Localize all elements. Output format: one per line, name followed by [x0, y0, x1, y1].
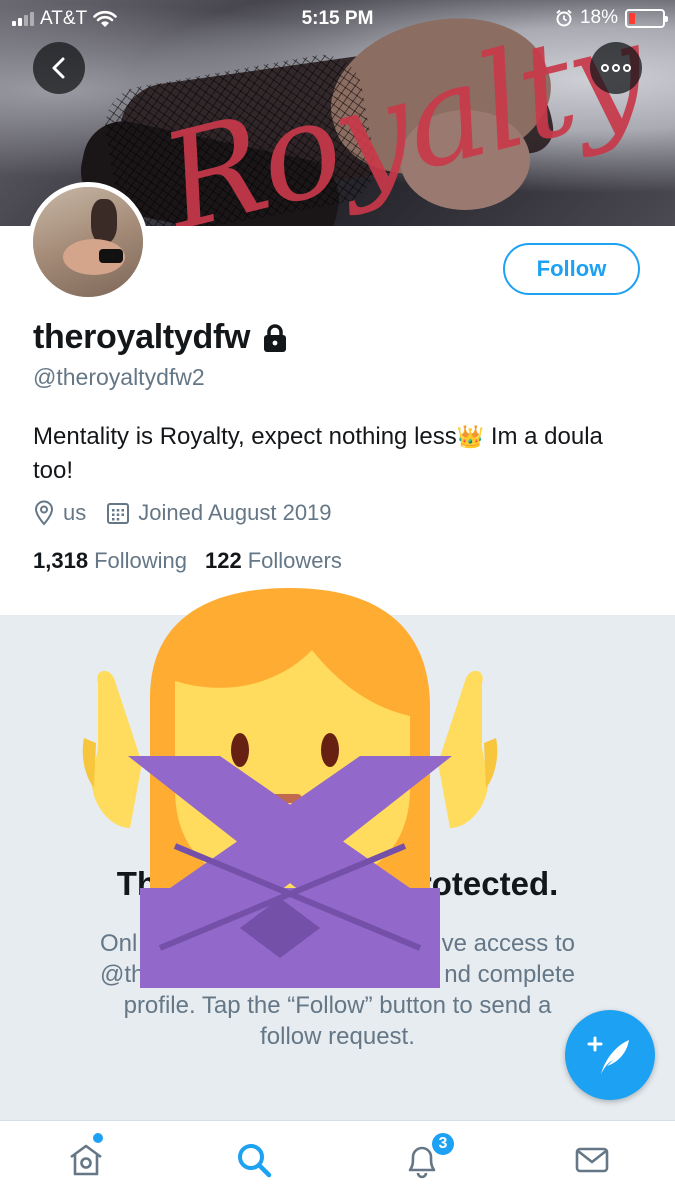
no-gesture-emoji — [82, 588, 498, 988]
following-count: 1,318 — [33, 548, 89, 573]
chevron-left-icon — [52, 57, 65, 79]
profile-avatar[interactable] — [28, 182, 148, 302]
following-link[interactable]: 1,318 Following — [33, 548, 187, 574]
follow-button[interactable]: Follow — [503, 243, 640, 295]
more-options-button[interactable] — [590, 42, 642, 94]
profile-location: us — [33, 500, 86, 526]
location-text: us — [63, 500, 87, 525]
joined-text: Joined August 2019 — [138, 500, 332, 525]
battery-icon — [625, 8, 668, 28]
profile-joined: Joined August 2019 — [106, 500, 332, 526]
more-options-icon — [601, 64, 631, 72]
display-name: theroyaltydfw — [33, 318, 251, 356]
following-label: Following — [94, 548, 187, 573]
battery-percent: 18% — [579, 7, 618, 28]
search-icon — [238, 1144, 272, 1178]
profile-name-row: theroyaltydfw — [33, 318, 288, 357]
location-pin-icon — [34, 500, 54, 526]
followers-count: 122 — [205, 548, 242, 573]
profile-meta: us Joined August 2019 — [33, 500, 352, 526]
status-right: 18% — [555, 7, 668, 29]
status-bar: AT&T 5:15 PM 18% — [0, 0, 675, 36]
compose-tweet-button[interactable] — [565, 1010, 655, 1100]
home-icon — [70, 1144, 102, 1176]
profile-bio: Mentality is Royalty, expect nothing les… — [33, 420, 633, 488]
profile-counts: 1,318 Following 122 Followers — [33, 548, 360, 574]
profile-handle: @theroyaltydfw2 — [33, 364, 205, 390]
followers-link[interactable]: 122 Followers — [205, 548, 342, 574]
tab-search[interactable] — [232, 1138, 276, 1182]
tab-messages[interactable] — [570, 1138, 614, 1182]
calendar-icon — [107, 503, 130, 524]
followers-label: Followers — [247, 548, 342, 573]
back-button[interactable] — [33, 42, 85, 94]
crown-emoji: 👑 — [456, 424, 485, 449]
home-new-dot — [93, 1133, 103, 1143]
tab-home[interactable] — [64, 1138, 108, 1182]
alarm-icon — [556, 9, 572, 27]
notifications-badge: 3 — [430, 1131, 456, 1157]
protected-line4: follow request. — [260, 1023, 415, 1050]
bio-text: Mentality is Royalty, expect nothing les… — [33, 423, 457, 450]
compose-feather-icon — [587, 1036, 629, 1074]
mail-icon — [575, 1147, 609, 1173]
lock-icon — [264, 323, 287, 352]
protected-line3: profile. Tap the “Follow” button to send… — [123, 992, 552, 1019]
